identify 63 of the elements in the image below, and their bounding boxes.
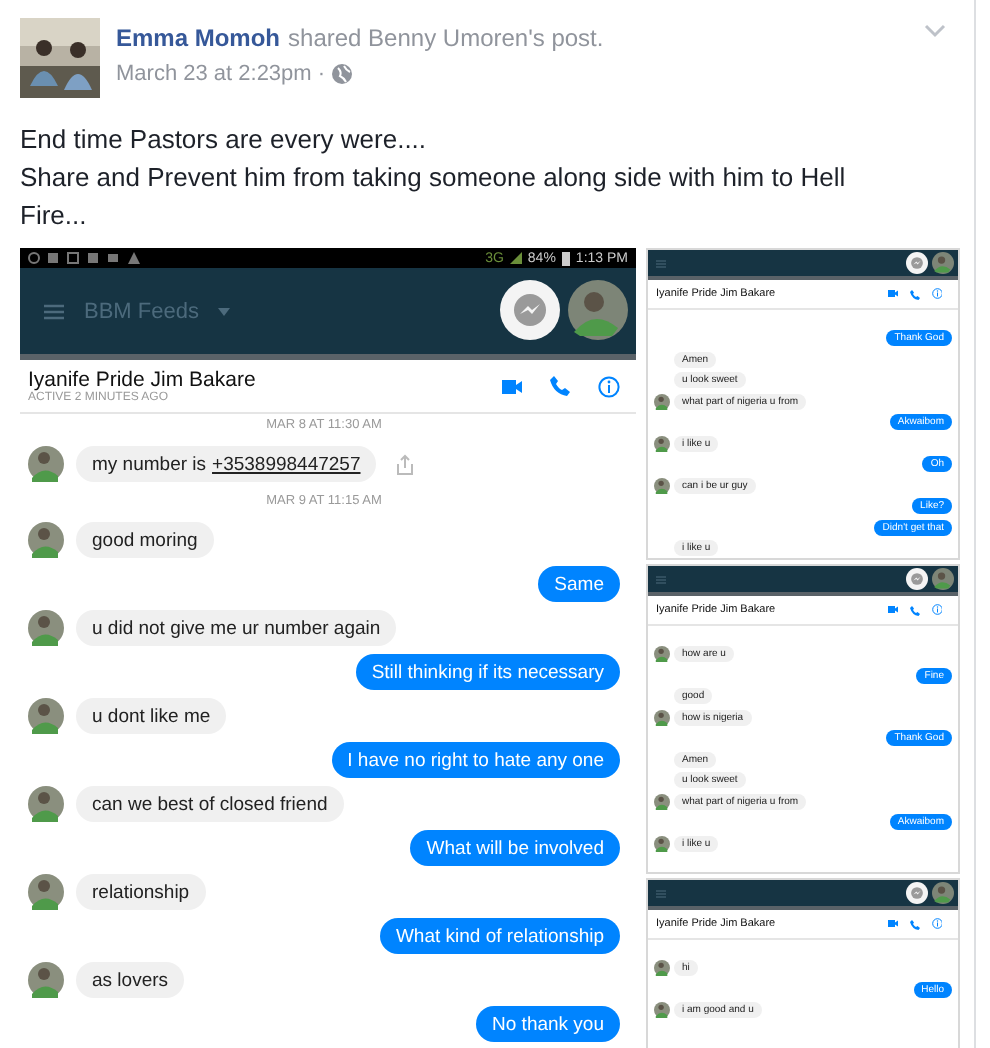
avatar-icon	[28, 446, 64, 482]
menu-icon[interactable]	[44, 303, 64, 319]
outgoing-message: Still thinking if its necessary	[355, 654, 620, 690]
incoming-message: can we best of closed friend	[76, 786, 344, 822]
avatar-icon	[654, 477, 670, 493]
phone-icon[interactable]	[909, 919, 919, 929]
avatar-icon	[28, 610, 64, 646]
avatar-chat-head-icon[interactable]	[932, 882, 954, 904]
messenger-chat-head-icon[interactable]	[500, 280, 560, 340]
video-call-icon[interactable]	[502, 379, 522, 393]
phone-icon[interactable]	[909, 289, 919, 299]
globe-icon	[331, 64, 352, 84]
info-icon[interactable]	[598, 375, 620, 397]
avatar-chat-head-icon[interactable]	[932, 568, 954, 590]
avatar-icon	[654, 1002, 670, 1018]
avatar-icon	[28, 522, 64, 558]
app-title[interactable]: BBM Feeds	[84, 299, 199, 323]
post-time[interactable]: March 23 at 2:23pm	[116, 62, 312, 86]
avatar-icon	[28, 874, 64, 910]
phone-icon[interactable]	[909, 605, 919, 615]
share-icon[interactable]	[396, 453, 415, 475]
outgoing-message: What kind of relationship	[379, 918, 620, 954]
incoming-message: as lovers	[76, 962, 185, 998]
avatar-icon	[28, 962, 64, 998]
contact-name: Iyanife Pride Jim Bakare	[28, 368, 256, 392]
avatar-icon	[654, 435, 670, 451]
incoming-message: good moring	[76, 522, 214, 558]
avatar-icon	[654, 835, 670, 851]
messenger-chat-head-icon[interactable]	[906, 252, 928, 274]
avatar-icon	[28, 698, 64, 734]
dropdown-caret-icon[interactable]	[218, 307, 231, 315]
info-icon[interactable]	[931, 918, 942, 930]
avatar-chat-head-icon[interactable]	[568, 280, 628, 340]
messenger-chat-head-icon[interactable]	[906, 882, 928, 904]
outgoing-message: No thank you	[476, 1006, 620, 1042]
messenger-chat-head-icon[interactable]	[906, 568, 928, 590]
avatar-chat-head-icon[interactable]	[932, 252, 954, 274]
separator: ·	[317, 62, 326, 86]
video-call-icon[interactable]	[887, 606, 897, 614]
outgoing-message: I have no right to hate any one	[331, 742, 620, 778]
video-call-icon[interactable]	[887, 290, 897, 298]
incoming-message: u dont like me	[76, 698, 227, 734]
post-action: shared Benny Umoren's post.	[288, 24, 604, 52]
incoming-message: relationship	[76, 874, 206, 910]
avatar-icon	[654, 793, 670, 809]
info-icon[interactable]	[931, 288, 942, 300]
avatar-icon	[28, 786, 64, 822]
post-text: End time Pastors are every were....	[20, 122, 429, 158]
author-link[interactable]: Emma Momoh	[116, 24, 281, 52]
info-icon[interactable]	[931, 604, 942, 616]
outgoing-message: Same	[538, 566, 620, 602]
avatar-icon	[654, 709, 670, 725]
signal-icon	[509, 252, 522, 264]
post-text: Share and Prevent him from taking someone along side with him to Hell Fire...	[20, 160, 848, 234]
outgoing-message: What will be involved	[410, 830, 620, 866]
avatar-icon	[654, 646, 670, 662]
battery-icon	[561, 251, 570, 265]
phone-icon[interactable]	[550, 376, 570, 396]
incoming-message: u did not give me ur number again	[76, 610, 397, 646]
avatar-icon	[654, 393, 670, 409]
video-call-icon[interactable]	[887, 920, 897, 928]
avatar-icon	[654, 960, 670, 976]
incoming-message: my number is +3538998447257	[76, 446, 377, 482]
